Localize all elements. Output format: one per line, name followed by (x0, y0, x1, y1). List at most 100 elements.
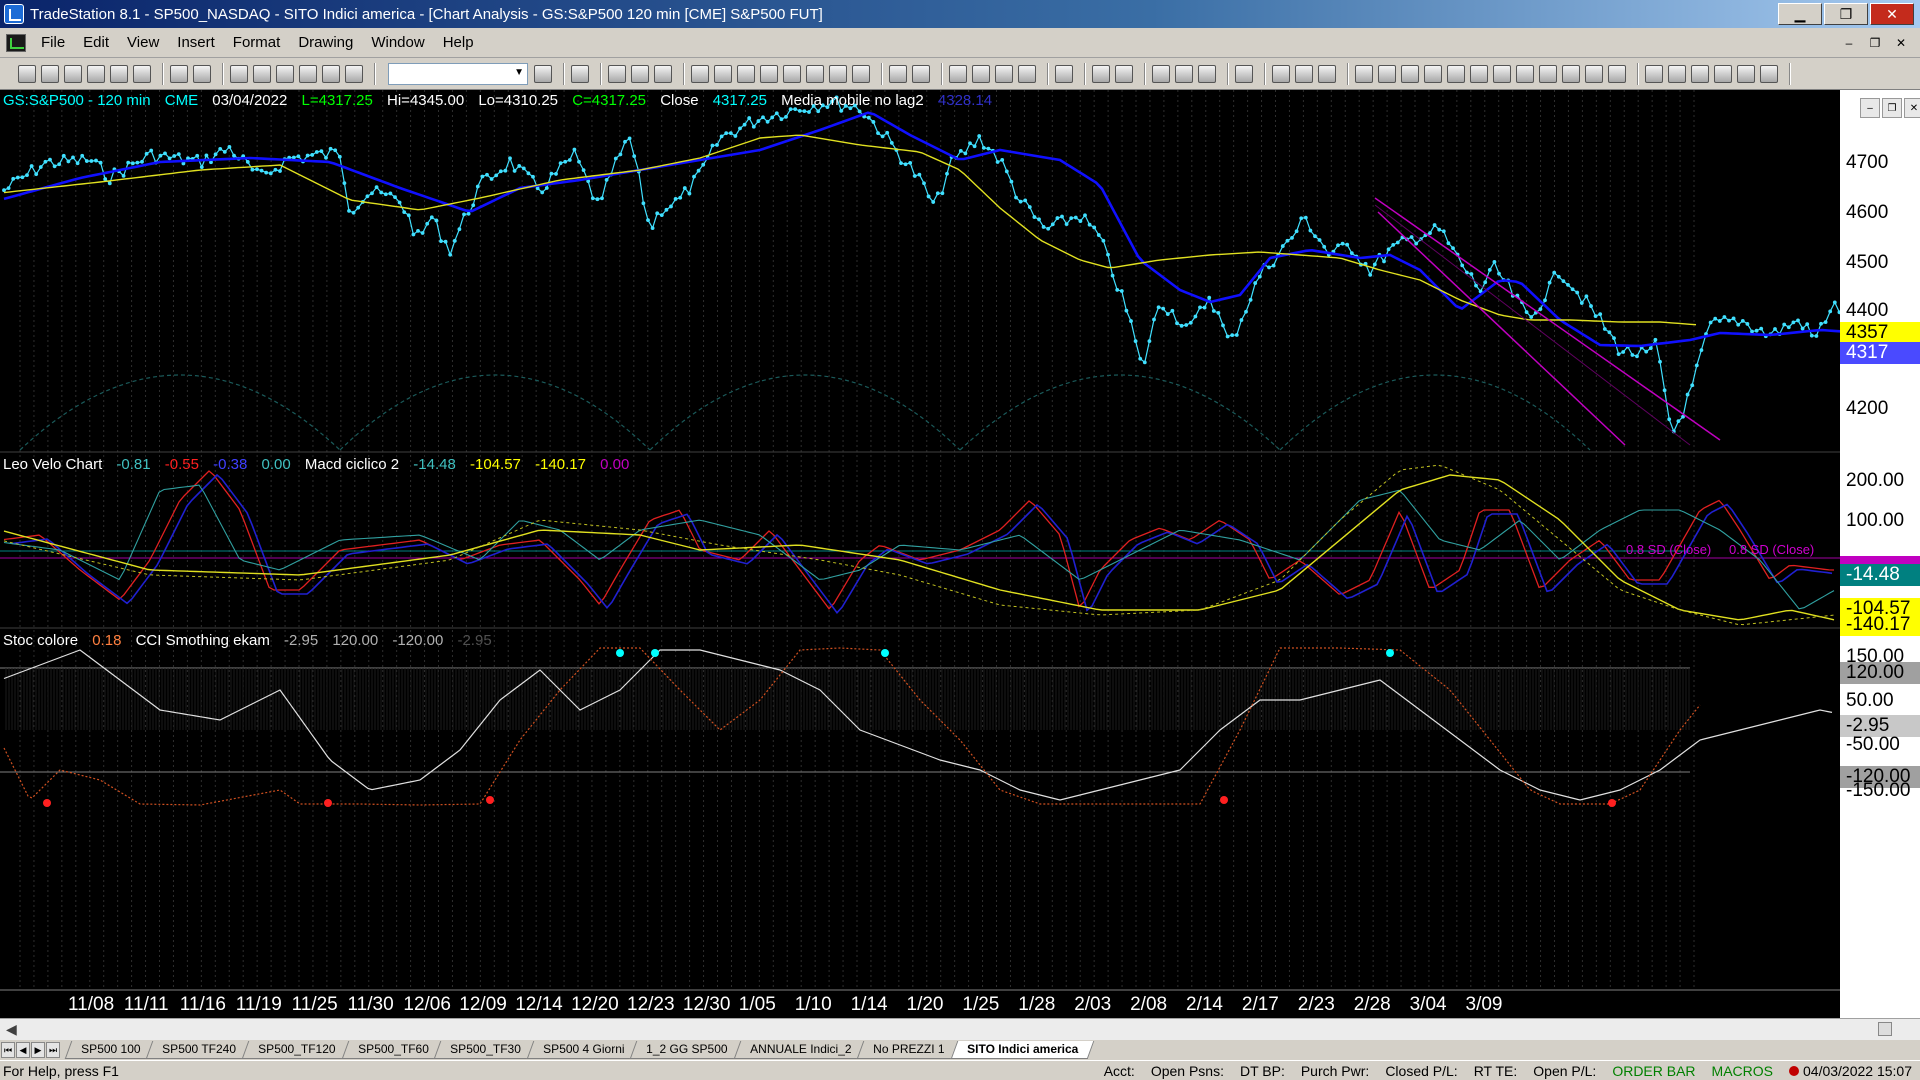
horizontal-scrollbar[interactable]: ◀ (0, 1018, 1920, 1040)
insert-tool-icon[interactable] (760, 64, 778, 83)
chart-analysis-window[interactable]: – ❐ ✕ GS:S&P500 - 120 min CME 03/04/2022… (0, 90, 1920, 1022)
tab-sito-indici-america[interactable]: SITO Indici america (950, 1041, 1095, 1059)
shape-tool-icon[interactable] (1401, 64, 1419, 83)
maximize-button[interactable]: ❐ (1824, 3, 1868, 25)
shape-tool-icon[interactable] (1493, 64, 1511, 83)
menu-view[interactable]: View (118, 34, 168, 51)
chart-window-icon[interactable] (6, 33, 26, 52)
line-tool-icon[interactable] (1235, 64, 1253, 83)
save-tool-icon[interactable] (322, 64, 340, 83)
tab-sp500-tf30[interactable]: SP500_TF30 (434, 1041, 538, 1059)
save-tool-icon[interactable] (230, 64, 248, 83)
chart-close-button[interactable]: ✕ (1904, 98, 1920, 118)
tab-annuale-indici-2[interactable]: ANNUALE Indici_2 (733, 1041, 868, 1059)
new-tool-icon[interactable] (133, 64, 151, 83)
tab-sp500-tf120[interactable]: SP500_TF120 (241, 1041, 352, 1059)
chart-restore-button[interactable]: ❐ (1882, 98, 1902, 118)
scroll-grip[interactable] (1878, 1022, 1892, 1036)
tool-tool-icon[interactable] (1092, 64, 1110, 83)
shape-tool-icon[interactable] (1378, 64, 1396, 83)
data-tool-icon[interactable] (1175, 64, 1193, 83)
shape-tool-icon[interactable] (1608, 64, 1626, 83)
insert-tool-icon[interactable] (829, 64, 847, 83)
insert-tool-icon[interactable] (714, 64, 732, 83)
minimize-button[interactable]: ▁ (1778, 3, 1822, 25)
insert-tool-icon[interactable] (737, 64, 755, 83)
mdi-restore-button[interactable]: ❐ (1864, 33, 1886, 53)
go-arrow-icon[interactable] (534, 64, 552, 83)
tab-1-2-gg-sp500[interactable]: 1_2 GG SP500 (630, 1041, 745, 1059)
shape-tool-icon[interactable] (1424, 64, 1442, 83)
zoom-tool-icon[interactable] (972, 64, 990, 83)
menu-insert[interactable]: Insert (168, 34, 224, 51)
save-tool-icon[interactable] (299, 64, 317, 83)
tab-next-icon[interactable]: ▶ (31, 1042, 45, 1058)
zoom-tool-icon[interactable] (949, 64, 967, 83)
tab-first-icon[interactable]: ⏮ (1, 1042, 15, 1058)
chart-minimize-button[interactable]: – (1860, 98, 1880, 118)
tab-last-icon[interactable]: ⏭ (46, 1042, 60, 1058)
zoom-tool-icon[interactable] (995, 64, 1013, 83)
open-tool-icon[interactable] (170, 64, 188, 83)
data-tool-icon[interactable] (1198, 64, 1216, 83)
tab-prev-icon[interactable]: ◀ (16, 1042, 30, 1058)
preview-tool-icon[interactable] (571, 64, 589, 83)
trend-tool-icon[interactable] (1295, 64, 1313, 83)
menu-drawing[interactable]: Drawing (289, 34, 362, 51)
format-tool-icon[interactable] (654, 64, 672, 83)
close-button[interactable]: ✕ (1870, 3, 1914, 25)
scroll-left-arrow[interactable]: ◀ (6, 1021, 17, 1038)
mdi-minimize-button[interactable]: – (1838, 33, 1860, 53)
tool-tool-icon[interactable] (1115, 64, 1133, 83)
shape-tool-icon[interactable] (1470, 64, 1488, 83)
chart-canvas[interactable] (0, 90, 1840, 1022)
text-tool-icon[interactable] (1737, 64, 1755, 83)
open-tool-icon[interactable] (193, 64, 211, 83)
format-tool-icon[interactable] (631, 64, 649, 83)
text-tool-icon[interactable] (1691, 64, 1709, 83)
zoom-tool-icon[interactable] (1018, 64, 1036, 83)
new-tool-icon[interactable] (87, 64, 105, 83)
drawing-tool-icon[interactable] (889, 64, 907, 83)
shape-tool-icon[interactable] (1447, 64, 1465, 83)
menu-format[interactable]: Format (224, 34, 290, 51)
text-tool-icon[interactable] (1668, 64, 1686, 83)
new-tool-icon[interactable] (110, 64, 128, 83)
tab-sp500-100[interactable]: SP500 100 (64, 1041, 157, 1059)
text-tool-icon[interactable] (1645, 64, 1663, 83)
data-tool-icon[interactable] (1152, 64, 1170, 83)
symbol-combo[interactable] (388, 62, 528, 85)
tab-no-prezzi-1[interactable]: No PREZZI 1 (856, 1041, 961, 1059)
insert-tool-icon[interactable] (852, 64, 870, 83)
menu-file[interactable]: File (32, 34, 74, 51)
shape-tool-icon[interactable] (1539, 64, 1557, 83)
cursor-tool-icon[interactable] (1055, 64, 1073, 83)
mdi-close-button[interactable]: ✕ (1890, 33, 1912, 53)
menu-edit[interactable]: Edit (74, 34, 118, 51)
tab-sp500-tf60[interactable]: SP500_TF60 (341, 1041, 445, 1059)
shape-tool-icon[interactable] (1516, 64, 1534, 83)
insert-tool-icon[interactable] (783, 64, 801, 83)
new-tool-icon[interactable] (41, 64, 59, 83)
order-bar-button[interactable]: ORDER BAR (1604, 1063, 1703, 1079)
trend-tool-icon[interactable] (1272, 64, 1290, 83)
shape-tool-icon[interactable] (1585, 64, 1603, 83)
save-tool-icon[interactable] (345, 64, 363, 83)
trend-tool-icon[interactable] (1318, 64, 1336, 83)
new-tool-icon[interactable] (64, 64, 82, 83)
drawing-tool-icon[interactable] (912, 64, 930, 83)
tab-sp500-4-giorni[interactable]: SP500 4 Giorni (526, 1041, 641, 1059)
insert-tool-icon[interactable] (691, 64, 709, 83)
shape-tool-icon[interactable] (1562, 64, 1580, 83)
menu-window[interactable]: Window (362, 34, 433, 51)
save-tool-icon[interactable] (276, 64, 294, 83)
save-tool-icon[interactable] (253, 64, 271, 83)
tab-sp500-tf240[interactable]: SP500 TF240 (146, 1041, 253, 1059)
format-tool-icon[interactable] (608, 64, 626, 83)
text-tool-icon[interactable] (1714, 64, 1732, 83)
new-tool-icon[interactable] (18, 64, 36, 83)
text-tool-icon[interactable] (1760, 64, 1778, 83)
menu-help[interactable]: Help (434, 34, 483, 51)
insert-tool-icon[interactable] (806, 64, 824, 83)
shape-tool-icon[interactable] (1355, 64, 1373, 83)
